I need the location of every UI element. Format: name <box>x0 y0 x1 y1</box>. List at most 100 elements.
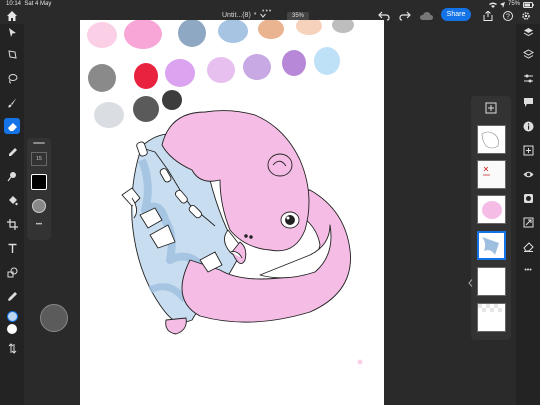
cloud-icon[interactable] <box>420 12 433 20</box>
layer-thumb-lineart[interactable] <box>477 160 506 189</box>
eraser-layer-icon <box>522 241 534 252</box>
swatch-12[interactable] <box>243 54 271 80</box>
layer-thumb-blue[interactable] <box>477 231 506 260</box>
transform-icon <box>7 49 17 59</box>
brush-size-box[interactable]: 15 <box>31 152 47 166</box>
text-icon <box>8 243 16 253</box>
eye-icon <box>523 171 533 177</box>
touch-modifier-button[interactable] <box>40 304 68 332</box>
export-icon[interactable] <box>483 11 493 21</box>
liquify-icon <box>7 171 16 181</box>
lineart-thumb-icon <box>478 161 505 188</box>
add-content-button[interactable] <box>520 142 536 158</box>
swatch-11[interactable] <box>207 57 235 83</box>
brush-icon <box>7 97 16 107</box>
mask-button[interactable] <box>520 190 536 206</box>
pink-paw <box>165 317 187 335</box>
layers-button[interactable] <box>520 24 536 40</box>
secondary-color-circle[interactable] <box>7 324 17 334</box>
layers-panel <box>471 96 511 340</box>
merge-icon <box>523 217 533 227</box>
swatch-6[interactable] <box>296 20 322 35</box>
swatch-16[interactable] <box>133 96 159 122</box>
brush-settings-panel: 15 ••• <box>27 138 51 240</box>
swatch-10[interactable] <box>165 59 195 87</box>
shapes-icon <box>7 267 17 277</box>
brush-opacity-dot[interactable] <box>32 199 46 213</box>
layer-properties-button[interactable] <box>520 46 536 62</box>
home-button[interactable] <box>6 9 18 21</box>
brush-color-swatch[interactable] <box>31 174 47 190</box>
swatch-17[interactable] <box>162 90 182 110</box>
swatch-7[interactable] <box>332 20 354 33</box>
character-illustration <box>121 110 351 335</box>
transform-tool[interactable] <box>4 46 20 62</box>
smudge-icon <box>8 147 17 156</box>
canvas-artwork <box>87 20 363 365</box>
info-button[interactable] <box>520 118 536 134</box>
more-options-button[interactable]: ••• <box>520 262 536 278</box>
chevron-down-icon <box>259 13 266 18</box>
swatch-2[interactable] <box>124 20 162 49</box>
ear <box>267 153 293 177</box>
panel-handle[interactable] <box>33 142 45 144</box>
layer-thumb-transparent[interactable] <box>477 303 506 332</box>
swatch-3[interactable] <box>178 20 206 47</box>
swatch-5[interactable] <box>258 20 284 39</box>
sliders-icon <box>523 74 533 82</box>
document-title[interactable]: Untit...(8) * <box>222 12 266 19</box>
swatch-13[interactable] <box>282 50 306 76</box>
layer-thumb-sketch[interactable] <box>477 125 506 154</box>
swatch-9[interactable] <box>134 63 158 89</box>
swatch-8[interactable] <box>88 64 116 92</box>
arrow-icon <box>8 27 16 37</box>
settings-icon[interactable] <box>521 11 531 21</box>
crop-tool[interactable] <box>4 216 20 232</box>
smudge-tool[interactable] <box>4 144 20 160</box>
right-toolbar: ••• <box>516 24 540 405</box>
swap-colors-button[interactable] <box>4 340 20 356</box>
layer-thumb-pink[interactable] <box>477 195 506 224</box>
collapse-panel-icon[interactable] <box>468 279 473 287</box>
swatch-15[interactable] <box>94 102 124 128</box>
swatch-14[interactable] <box>314 47 340 75</box>
select-tool[interactable] <box>4 24 20 40</box>
help-icon[interactable]: ? <box>503 11 513 21</box>
layer-stack-icon <box>522 48 534 59</box>
add-square-icon <box>523 145 533 155</box>
merge-layer-button[interactable] <box>520 214 536 230</box>
shapes-tool[interactable] <box>4 264 20 280</box>
fill-tool[interactable] <box>4 192 20 208</box>
brush-more-button[interactable]: ••• <box>27 222 51 228</box>
mask-icon <box>523 193 533 203</box>
add-layer-button[interactable] <box>484 101 498 115</box>
stray-dot <box>357 359 363 365</box>
swatch-4[interactable] <box>218 20 248 43</box>
info-icon <box>523 121 533 131</box>
paint-bucket-icon <box>8 195 18 205</box>
layer-thumb-blank[interactable] <box>477 267 506 296</box>
checker-thumb-icon <box>478 304 505 331</box>
eraser-tool[interactable] <box>4 118 20 134</box>
lasso-tool[interactable] <box>4 70 20 86</box>
eyedropper-tool[interactable] <box>4 288 20 304</box>
svg-text:?: ? <box>506 14 510 21</box>
text-tool[interactable] <box>4 240 20 256</box>
adjustments-button[interactable] <box>520 70 536 86</box>
doc-title-suffix: * <box>253 12 257 19</box>
selected-color-circle[interactable] <box>6 310 18 322</box>
liquify-tool[interactable] <box>4 168 20 184</box>
redo-icon[interactable] <box>399 11 411 21</box>
comments-button[interactable] <box>520 94 536 110</box>
swap-icon <box>8 342 16 354</box>
color-swatch-pair[interactable] <box>4 321 20 337</box>
swatch-1[interactable] <box>87 22 117 48</box>
brush-tool[interactable] <box>4 94 20 110</box>
home-icon <box>7 11 17 21</box>
clear-layer-button[interactable] <box>520 238 536 254</box>
drawing-canvas[interactable] <box>80 20 384 405</box>
lasso-icon <box>8 73 17 83</box>
visibility-button[interactable] <box>520 166 536 182</box>
share-button[interactable]: Share <box>441 8 471 21</box>
sketch-thumb-icon <box>481 131 499 149</box>
